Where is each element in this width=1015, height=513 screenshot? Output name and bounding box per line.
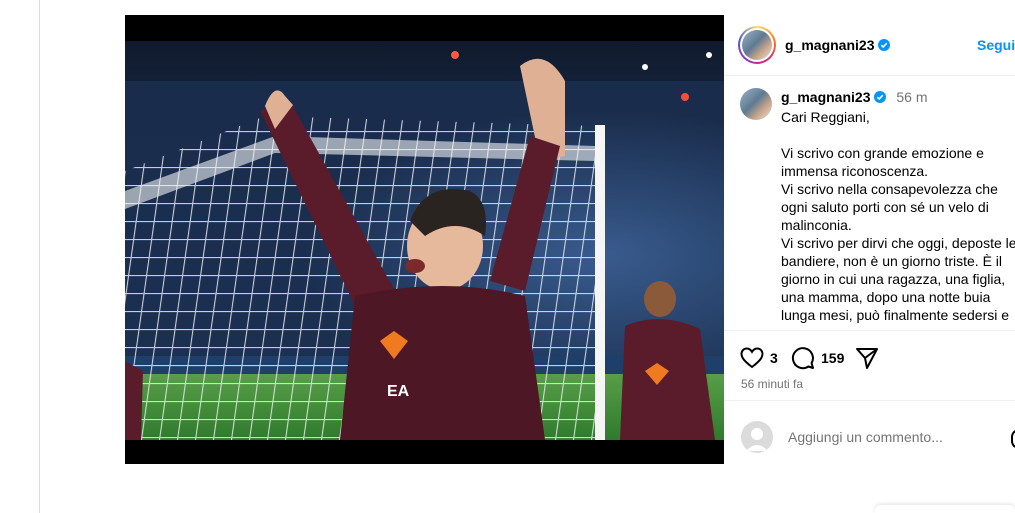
comment-composer xyxy=(724,400,1015,465)
comment-input[interactable] xyxy=(786,428,990,446)
like-action[interactable]: 3 xyxy=(740,345,778,371)
caption-author-avatar[interactable] xyxy=(740,88,772,120)
likes-count[interactable]: 3 xyxy=(770,350,778,366)
author-avatar[interactable] xyxy=(738,26,776,64)
author-username[interactable]: g_magnani23 xyxy=(785,37,874,53)
emoji-icon[interactable] xyxy=(1011,429,1015,449)
post-sidebar: g_magnani23 Segui g_magnani23 56 m Cari … xyxy=(724,15,1015,464)
current-user-avatar xyxy=(741,421,773,453)
caption-author-username[interactable]: g_magnani23 xyxy=(781,89,870,105)
caption-greeting: Cari Reggiani, xyxy=(781,109,870,125)
comment-bubble-icon[interactable] xyxy=(791,346,815,370)
author-username-row[interactable]: g_magnani23 xyxy=(785,37,891,53)
caption-header: g_magnani23 56 m xyxy=(781,89,928,105)
caption-section: g_magnani23 56 m Cari Reggiani, Vi scriv… xyxy=(724,76,1015,330)
verified-badge-icon xyxy=(878,39,891,51)
heart-icon[interactable] xyxy=(740,347,764,369)
verified-badge-icon xyxy=(874,91,887,103)
jersey-sponsor-text: EA xyxy=(387,383,410,400)
caption-paragraph: Vi scrivo con grande emozione e immensa … xyxy=(781,145,1015,323)
paper-plane-icon[interactable] xyxy=(855,346,879,370)
action-bar: 3 159 56 minuti fa xyxy=(724,330,1015,401)
post-photo: EA xyxy=(125,41,724,440)
comments-count[interactable]: 159 xyxy=(821,350,844,366)
caption-text: Cari Reggiani, Vi scrivo con grande emoz… xyxy=(781,108,1015,324)
comment-action[interactable]: 159 xyxy=(791,345,844,371)
post-timestamp: 56 m xyxy=(896,89,928,105)
post-header: g_magnani23 Segui xyxy=(724,15,1015,76)
post-date: 56 minuti fa xyxy=(741,377,804,391)
floating-panel-edge xyxy=(875,505,1015,513)
share-action[interactable] xyxy=(855,345,879,371)
post-media[interactable]: EA xyxy=(125,15,724,464)
follow-button[interactable]: Segui xyxy=(977,37,1015,53)
